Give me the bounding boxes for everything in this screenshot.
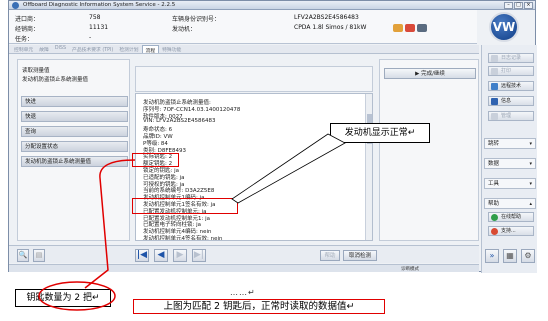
network-icon <box>417 24 427 32</box>
chevron-up-icon: ▴ <box>529 201 532 207</box>
engine-value: CPDA 1.8l Simos / 81kW <box>294 24 367 31</box>
brand-area: VW <box>477 10 535 44</box>
close-button[interactable]: × <box>524 2 533 9</box>
tools-menu[interactable]: 工具 ▾ <box>484 178 536 189</box>
vehicle-connection-icon <box>393 24 403 32</box>
online-help-button[interactable]: 在线帮助 <box>488 212 534 222</box>
vehicle-info-panel: 进口商： 758 经销商： 11131 任务： - 车辆身份识别号： LFV2A… <box>9 10 479 44</box>
support-button[interactable]: 支持... <box>488 226 534 236</box>
info-icon <box>491 98 498 105</box>
print-icon <box>491 68 498 75</box>
odis-logo-icon <box>12 2 19 9</box>
maximize-button[interactable]: □ <box>514 2 523 9</box>
sidebar-item-assign-status[interactable]: 分配设置状态 <box>21 141 128 152</box>
document-icon[interactable]: ▤ <box>33 249 45 262</box>
settings-icon[interactable]: ⚙ <box>521 249 535 263</box>
status-text: 诊断模式 <box>401 267 419 272</box>
tab-tpi[interactable]: 产品技术要求 (TPI) <box>69 45 116 53</box>
content-scrollbar[interactable] <box>365 94 372 240</box>
tab-control-units[interactable]: 控制单元 <box>11 45 36 53</box>
importer-value: 758 <box>89 14 101 21</box>
sidebar-heading: 读取测量值 <box>22 68 50 74</box>
engine-ok-callout: 发动机显示正常↵ <box>330 123 430 143</box>
dealer-value: 11131 <box>89 24 109 31</box>
figure-caption: 上图为匹配 2 钥匙后，正常时读取的数据值↵ <box>133 299 385 314</box>
help-menu[interactable]: 帮助 ▴ <box>484 198 536 209</box>
action-panel: ▶ 完成/继续 <box>379 59 479 241</box>
cancel-test-button[interactable]: 取消检测 <box>343 250 377 261</box>
odis-window: Offboard Diagnostic Information System S… <box>8 0 537 273</box>
data-menu[interactable]: 数据 ▾ <box>484 158 536 169</box>
tab-procedure[interactable]: 流程 <box>141 45 160 54</box>
tab-faults[interactable]: 故障 <box>36 45 52 53</box>
admin-icon <box>491 113 498 120</box>
magnify-icon[interactable]: 🔍 <box>17 249 29 262</box>
dealer-label: 经销商： <box>15 26 40 33</box>
sidebar-item-fast-forward[interactable]: 快进 <box>21 96 128 107</box>
main-tabs: 控制单元 故障 DISS 产品技术要求 (TPI) 检测计划 流程 特殊功能 <box>9 45 479 54</box>
title-bar: Offboard Diagnostic Information System S… <box>9 1 535 10</box>
fast-forward-icon[interactable]: » <box>485 249 499 263</box>
vin-value: LFV2A2BS2E4586483 <box>294 14 359 21</box>
measurement-line: VIN: LFV2A2BS2E4586483 <box>143 118 216 125</box>
measurement-values-panel: 发动机防盗锁止系统测量值: 序列号: 7OF-CCN14.03.140012047… <box>135 93 373 241</box>
vw-logo: VW <box>489 12 519 42</box>
key-count-highlight <box>132 153 179 167</box>
connection-status <box>393 24 427 32</box>
job-value: - <box>89 34 92 41</box>
minimize-button[interactable]: – <box>504 2 513 9</box>
remote-support-button[interactable]: 远程技术 <box>488 81 534 91</box>
job-label: 任务： <box>15 36 34 43</box>
chevron-down-icon: ▾ <box>529 161 532 167</box>
log-icon <box>491 55 498 62</box>
battery-icon <box>405 24 415 32</box>
measurement-line: 发动机控制单元4签名有效: nein <box>143 236 223 241</box>
next-page-button[interactable]: ▶ <box>173 249 187 262</box>
dots-marker: ……↵ <box>230 288 256 297</box>
tab-special-functions[interactable]: 特殊功能 <box>159 45 184 53</box>
vin-label: 车辆身份识别号： <box>172 16 221 23</box>
status-strip: 诊断模式 <box>9 264 479 272</box>
sidebar-item-query[interactable]: 查询 <box>21 126 128 137</box>
jump-menu[interactable]: 跳转 ▾ <box>484 138 536 149</box>
chevron-down-icon: ▾ <box>529 181 532 187</box>
log-button[interactable]: 日志记录 <box>488 53 534 63</box>
content-header <box>135 66 373 92</box>
grid-icon[interactable]: ▦ <box>503 249 517 263</box>
window-title: Offboard Diagnostic Information System S… <box>23 2 176 8</box>
chevron-down-icon: ▾ <box>529 141 532 147</box>
tab-test-plan[interactable]: 检测计划 <box>116 45 141 53</box>
print-button[interactable]: 打印 <box>488 66 534 76</box>
previous-page-button[interactable]: ◀ <box>154 249 168 262</box>
first-page-button[interactable]: |◀ <box>135 249 149 262</box>
engine-label: 发动机： <box>172 26 197 33</box>
done-continue-button[interactable]: ▶ 完成/继续 <box>384 68 476 79</box>
help-button[interactable]: 帮助 <box>320 250 340 261</box>
tab-diss[interactable]: DISS <box>52 45 69 53</box>
help-icon <box>491 214 498 221</box>
info-button[interactable]: 信息 <box>488 96 534 106</box>
sidebar-item-fast-back[interactable]: 快退 <box>21 111 128 122</box>
right-toolbar: 日志记录 打印 远程技术 信息 管理 跳转 ▾ 数据 ▾ 工具 ▾ 帮助 ▴ 在线帮助 … <box>481 45 537 273</box>
support-icon <box>491 228 498 235</box>
key-count-callout: 钥匙数量为 2 把↵ <box>15 289 111 307</box>
sidebar-subheading: 发动机防盗锁止系统测量值 <box>22 77 89 83</box>
last-page-button[interactable]: ▶| <box>192 249 206 262</box>
importer-label: 进口商： <box>15 16 40 23</box>
navigation-bar: 🔍 ▤ |◀ ◀ ▶ ▶| 帮助 取消检测 <box>9 245 479 263</box>
sidebar-item-immobilizer-values[interactable]: 发动机防盗锁止系统测量值 <box>21 156 128 167</box>
measurement-sidebar: 读取测量值 发动机防盗锁止系统测量值 快进 快退 查询 分配设置状态 发动机防盗… <box>17 59 130 241</box>
admin-button[interactable]: 管理 <box>488 111 534 121</box>
remote-icon <box>491 83 498 90</box>
engine-status-highlight <box>132 198 238 214</box>
